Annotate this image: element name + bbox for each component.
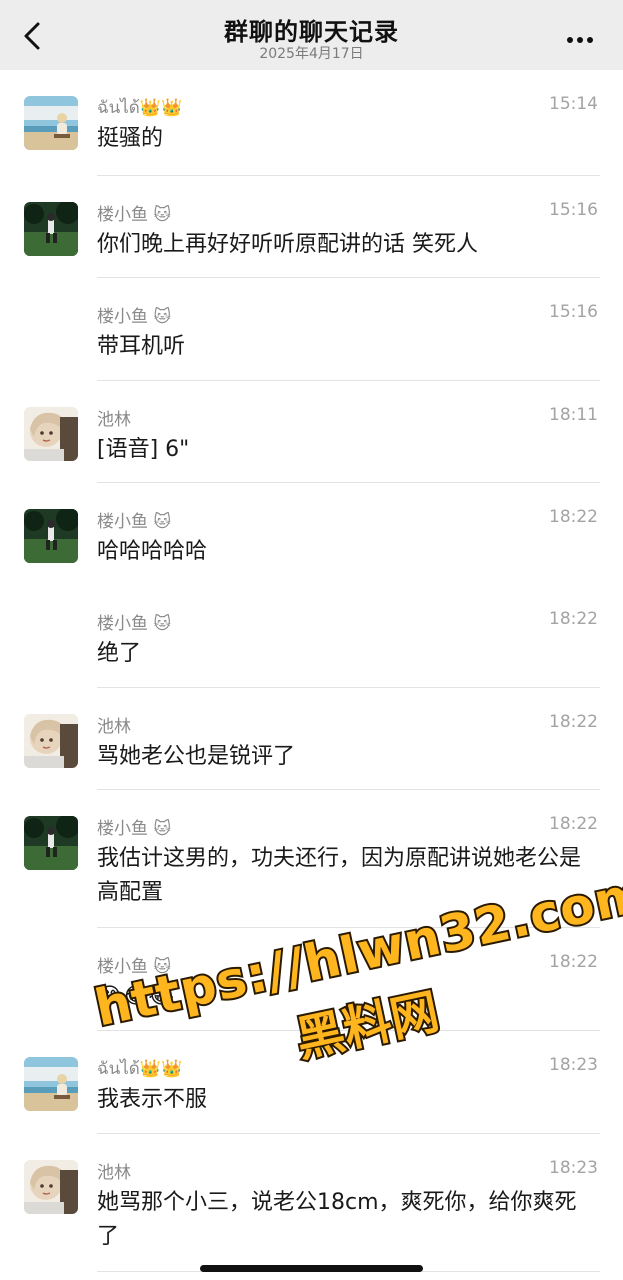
message-item[interactable]: 池林 18:23 她骂那个小三，说老公18cm，爽死你，给你爽死了 bbox=[0, 1134, 623, 1272]
forest-avatar[interactable] bbox=[24, 816, 78, 870]
message-time: 18:22 bbox=[549, 507, 598, 527]
beach-avatar[interactable] bbox=[24, 96, 78, 150]
sender-name: 池林 bbox=[97, 1163, 131, 1183]
message-text: 挺骚的 bbox=[97, 126, 164, 151]
message-time: 15:16 bbox=[549, 200, 598, 220]
forest-avatar[interactable] bbox=[24, 509, 78, 563]
more-button[interactable] bbox=[567, 28, 597, 43]
message-time: 18:22 bbox=[549, 814, 598, 834]
girl-avatar[interactable] bbox=[24, 407, 78, 461]
sender-name: ฉันได้👑👑 bbox=[97, 98, 183, 118]
message-item[interactable]: 楼小鱼 🐱 15:16 带耳机听 bbox=[0, 278, 623, 381]
chat-header: 群聊的聊天记录 2025年4月17日 bbox=[0, 0, 623, 70]
sender-name: 楼小鱼 🐱 bbox=[97, 512, 172, 532]
message-text: 绝了 bbox=[97, 641, 142, 666]
message-time: 18:23 bbox=[549, 1055, 598, 1075]
message-text: [语音] 6" bbox=[97, 437, 190, 462]
message-item[interactable]: 池林 18:22 骂她老公也是锐评了 bbox=[0, 688, 623, 790]
girl-avatar[interactable] bbox=[24, 1160, 78, 1214]
sender-name: 楼小鱼 🐱 bbox=[97, 205, 172, 225]
message-item[interactable]: 楼小鱼 🐱 15:16 你们晚上再好好听听原配讲的话 笑死人 bbox=[0, 176, 623, 278]
sender-name: 池林 bbox=[97, 717, 131, 737]
message-time: 18:22 bbox=[549, 712, 598, 732]
message-text: 她骂那个小三，说老公18cm，爽死你，给你爽死了 bbox=[97, 1190, 577, 1249]
beach-avatar[interactable] bbox=[24, 1057, 78, 1111]
message-item[interactable]: ฉันได้👑👑 15:14 挺骚的 bbox=[0, 70, 623, 176]
chat-date: 2025年4月17日 bbox=[259, 46, 364, 62]
message-time: 18:11 bbox=[549, 405, 598, 425]
message-text: 带耳机听 bbox=[97, 334, 186, 359]
message-time: 18:22 bbox=[549, 609, 598, 629]
forest-avatar[interactable] bbox=[24, 202, 78, 256]
message-list[interactable]: ฉันได้👑👑 15:14 挺骚的 楼小鱼 🐱 15:16 你们晚上再好好听听… bbox=[0, 70, 623, 1272]
more-dots-icon bbox=[567, 28, 597, 47]
girl-avatar[interactable] bbox=[24, 714, 78, 768]
message-text: 骂她老公也是锐评了 bbox=[97, 744, 296, 769]
message-text: 你们晚上再好好听听原配讲的话 笑死人 bbox=[97, 232, 478, 257]
message-item[interactable]: 楼小鱼 🐱 18:22 绝了 bbox=[0, 585, 623, 688]
message-item[interactable]: 楼小鱼 🐱 18:22 哈哈哈哈哈 bbox=[0, 483, 623, 585]
message-time: 15:14 bbox=[549, 94, 598, 114]
page-title: 群聊的聊天记录 bbox=[224, 18, 399, 46]
sender-name: 楼小鱼 🐱 bbox=[97, 307, 172, 327]
message-item[interactable]: 池林 18:11 [语音] 6" bbox=[0, 381, 623, 483]
message-text: 哈哈哈哈哈 bbox=[97, 539, 208, 564]
home-indicator[interactable] bbox=[200, 1265, 423, 1272]
sender-name: 池林 bbox=[97, 410, 131, 430]
message-time: 15:16 bbox=[549, 302, 598, 322]
sender-name: 楼小鱼 🐱 bbox=[97, 819, 172, 839]
sender-name: 楼小鱼 🐱 bbox=[97, 614, 172, 634]
message-time: 18:23 bbox=[549, 1158, 598, 1178]
